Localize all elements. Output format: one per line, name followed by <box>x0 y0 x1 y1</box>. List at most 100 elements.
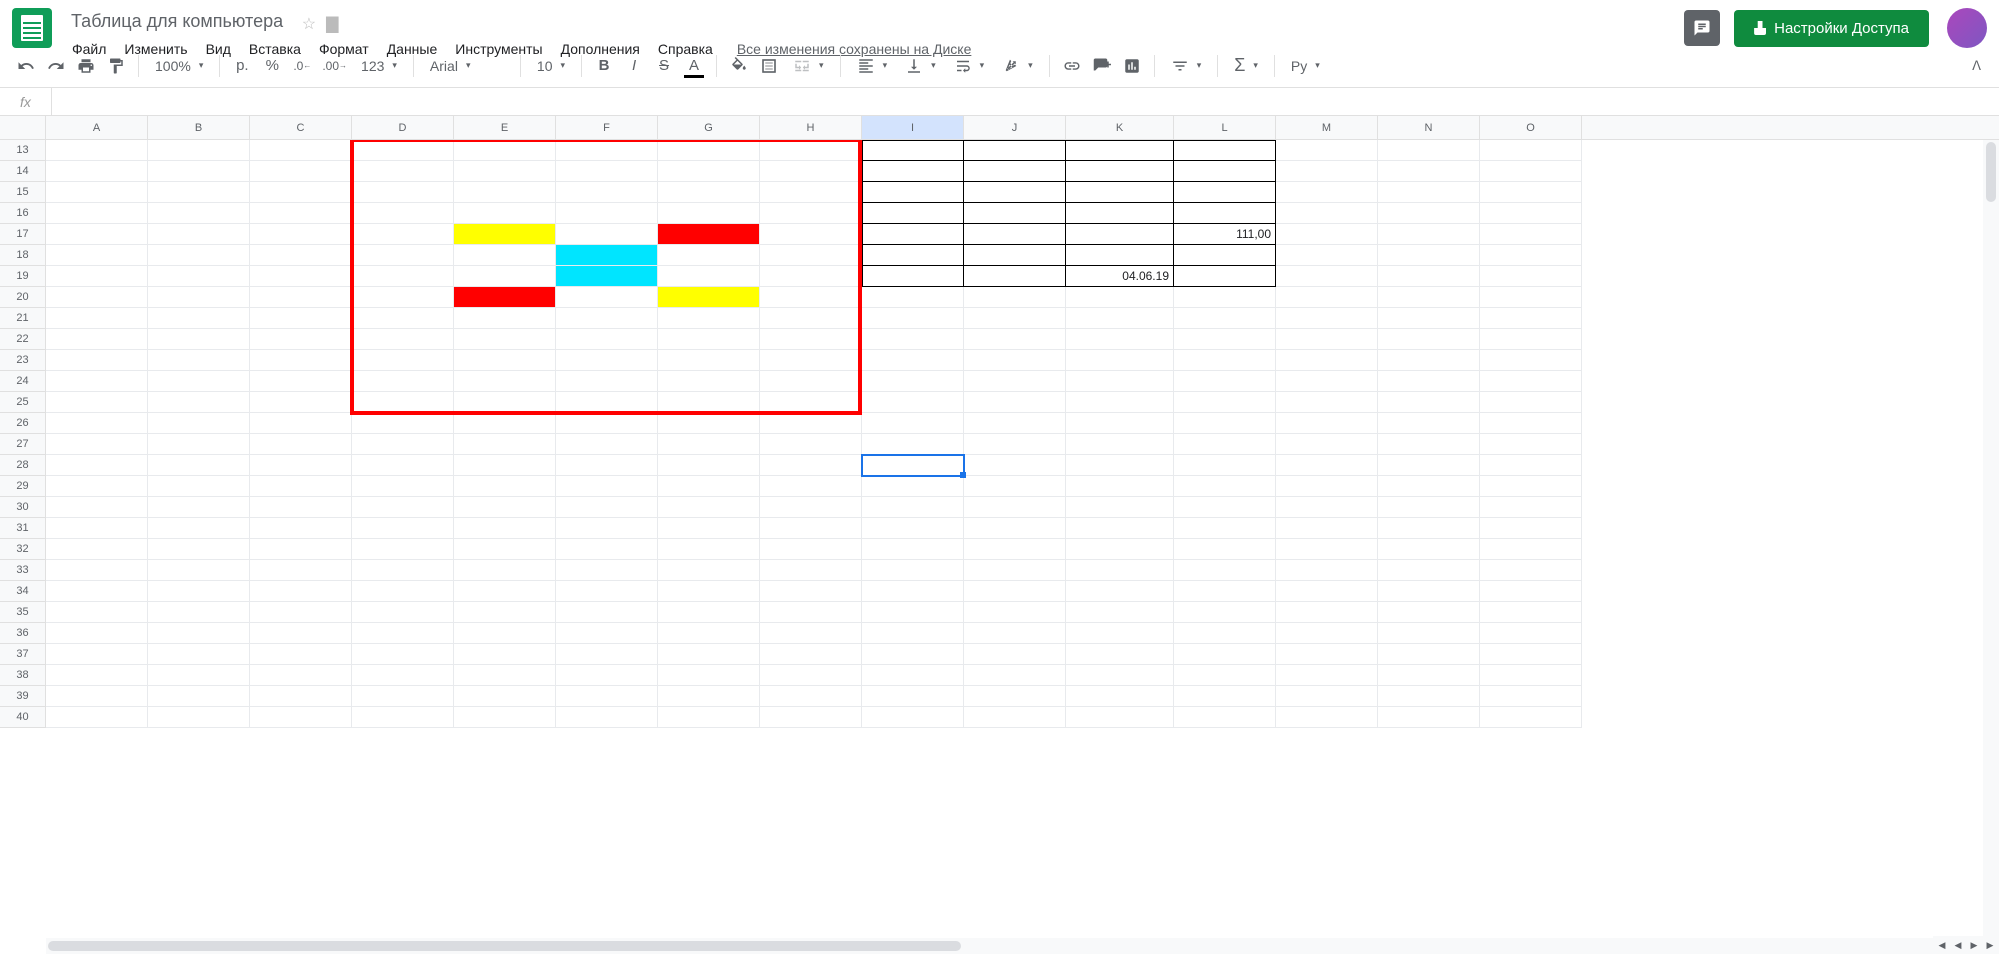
cell-E26[interactable] <box>454 413 556 434</box>
cell-A36[interactable] <box>46 623 148 644</box>
cell-B16[interactable] <box>148 203 250 224</box>
cell-I26[interactable] <box>862 413 964 434</box>
cell-A40[interactable] <box>46 707 148 728</box>
cell-G16[interactable] <box>658 203 760 224</box>
cell-D24[interactable] <box>352 371 454 392</box>
cell-F14[interactable] <box>556 161 658 182</box>
cell-M27[interactable] <box>1276 434 1378 455</box>
row-header-16[interactable]: 16 <box>0 203 46 224</box>
cell-N32[interactable] <box>1378 539 1480 560</box>
cell-L27[interactable] <box>1174 434 1276 455</box>
cell-A39[interactable] <box>46 686 148 707</box>
cell-A30[interactable] <box>46 497 148 518</box>
cell-H36[interactable] <box>760 623 862 644</box>
cell-F26[interactable] <box>556 413 658 434</box>
cell-A17[interactable] <box>46 224 148 245</box>
cell-K35[interactable] <box>1066 602 1174 623</box>
cell-I39[interactable] <box>862 686 964 707</box>
cell-H19[interactable] <box>760 266 862 287</box>
cell-E39[interactable] <box>454 686 556 707</box>
cell-O20[interactable] <box>1480 287 1582 308</box>
cell-F13[interactable] <box>556 140 658 161</box>
cell-C31[interactable] <box>250 518 352 539</box>
cell-O25[interactable] <box>1480 392 1582 413</box>
cell-B34[interactable] <box>148 581 250 602</box>
font-size-dropdown[interactable]: 10 <box>529 52 573 80</box>
cell-E14[interactable] <box>454 161 556 182</box>
cell-J13[interactable] <box>964 140 1066 161</box>
cell-F34[interactable] <box>556 581 658 602</box>
cell-I40[interactable] <box>862 707 964 728</box>
cell-N37[interactable] <box>1378 644 1480 665</box>
row-header-17[interactable]: 17 <box>0 224 46 245</box>
cell-O18[interactable] <box>1480 245 1582 266</box>
cell-C33[interactable] <box>250 560 352 581</box>
cell-A33[interactable] <box>46 560 148 581</box>
select-all-corner[interactable] <box>0 116 46 139</box>
cell-G22[interactable] <box>658 329 760 350</box>
cell-L33[interactable] <box>1174 560 1276 581</box>
cell-A13[interactable] <box>46 140 148 161</box>
cell-B28[interactable] <box>148 455 250 476</box>
cell-G19[interactable] <box>658 266 760 287</box>
percent-button[interactable]: % <box>258 52 286 80</box>
row-header-31[interactable]: 31 <box>0 518 46 539</box>
cell-H23[interactable] <box>760 350 862 371</box>
cell-J25[interactable] <box>964 392 1066 413</box>
cell-J33[interactable] <box>964 560 1066 581</box>
cell-F19[interactable] <box>556 266 658 287</box>
cell-G27[interactable] <box>658 434 760 455</box>
cell-E21[interactable] <box>454 308 556 329</box>
cell-G29[interactable] <box>658 476 760 497</box>
cell-L23[interactable] <box>1174 350 1276 371</box>
cell-L32[interactable] <box>1174 539 1276 560</box>
cell-F27[interactable] <box>556 434 658 455</box>
more-formats-dropdown[interactable]: 123 <box>353 52 405 80</box>
cell-M31[interactable] <box>1276 518 1378 539</box>
cell-J37[interactable] <box>964 644 1066 665</box>
cell-D25[interactable] <box>352 392 454 413</box>
fill-color-button[interactable] <box>725 52 753 80</box>
cell-C26[interactable] <box>250 413 352 434</box>
cell-M40[interactable] <box>1276 707 1378 728</box>
cell-C27[interactable] <box>250 434 352 455</box>
cell-L38[interactable] <box>1174 665 1276 686</box>
font-family-dropdown[interactable]: Arial <box>422 52 512 80</box>
cell-L17[interactable]: 111,00 <box>1174 224 1276 245</box>
cell-J27[interactable] <box>964 434 1066 455</box>
cell-I19[interactable] <box>862 266 964 287</box>
cell-I36[interactable] <box>862 623 964 644</box>
cell-B33[interactable] <box>148 560 250 581</box>
cell-H28[interactable] <box>760 455 862 476</box>
cell-M37[interactable] <box>1276 644 1378 665</box>
cell-N29[interactable] <box>1378 476 1480 497</box>
scroll-first-button[interactable]: ◀ <box>1951 938 1965 952</box>
cell-E23[interactable] <box>454 350 556 371</box>
cell-N25[interactable] <box>1378 392 1480 413</box>
row-header-21[interactable]: 21 <box>0 308 46 329</box>
cell-G13[interactable] <box>658 140 760 161</box>
cell-M13[interactable] <box>1276 140 1378 161</box>
cell-G40[interactable] <box>658 707 760 728</box>
cell-E38[interactable] <box>454 665 556 686</box>
cell-D21[interactable] <box>352 308 454 329</box>
cell-G32[interactable] <box>658 539 760 560</box>
toolbar-collapse-button[interactable]: ᐱ <box>1966 52 1987 80</box>
cell-M35[interactable] <box>1276 602 1378 623</box>
cell-K20[interactable] <box>1066 287 1174 308</box>
horizontal-scrollbar[interactable] <box>46 938 1949 954</box>
cell-O28[interactable] <box>1480 455 1582 476</box>
input-language-dropdown[interactable]: Ру <box>1283 52 1328 80</box>
doc-title[interactable]: Таблица для компьютера <box>64 8 290 35</box>
cell-D29[interactable] <box>352 476 454 497</box>
cell-I30[interactable] <box>862 497 964 518</box>
cell-A34[interactable] <box>46 581 148 602</box>
cell-F39[interactable] <box>556 686 658 707</box>
cell-F15[interactable] <box>556 182 658 203</box>
cell-F24[interactable] <box>556 371 658 392</box>
cell-I23[interactable] <box>862 350 964 371</box>
cell-B39[interactable] <box>148 686 250 707</box>
cell-A38[interactable] <box>46 665 148 686</box>
cell-M39[interactable] <box>1276 686 1378 707</box>
cell-K21[interactable] <box>1066 308 1174 329</box>
